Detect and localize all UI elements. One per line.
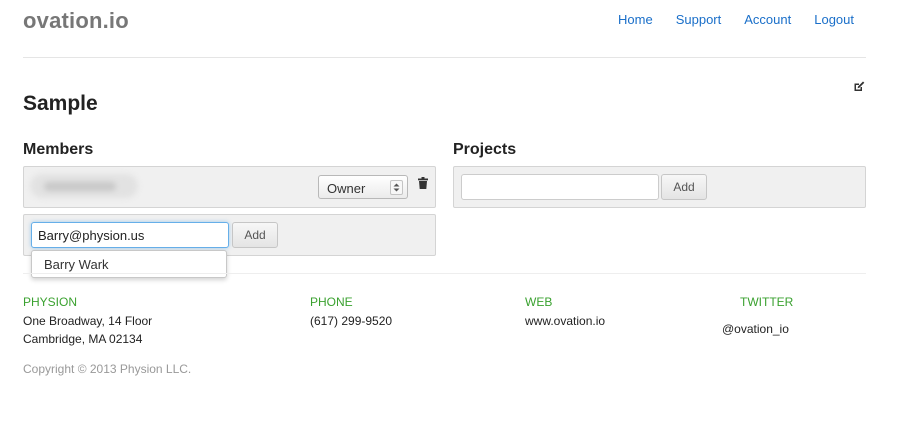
brand-logo[interactable]: ovation.io [23,8,129,34]
footer-address-line2: Cambridge, MA 02134 [23,332,143,346]
select-stepper-icon [390,180,403,195]
nav-home-link[interactable]: Home [618,12,653,27]
add-project-form: Add [453,166,866,208]
edit-icon[interactable] [853,80,865,92]
nav-account-link[interactable]: Account [744,12,791,27]
footer-twitter-link[interactable]: @ovation_io [722,322,789,336]
page-title: Sample [23,92,98,115]
footer-phone-value: (617) 299-9520 [310,314,393,328]
members-heading: Members [23,141,94,158]
copyright-text: Copyright © 2013 Physion LLC. [23,362,192,376]
footer-divider [23,273,866,274]
nav-support-link[interactable]: Support [676,12,722,27]
add-member-button[interactable]: Add [232,222,278,248]
add-project-button[interactable]: Add [661,174,707,200]
footer-phone-heading: PHONE [310,295,353,309]
member-row: Owner [23,166,436,208]
footer-physion-heading: PHYSION [23,295,78,309]
top-nav: Home Support Account Logout [618,12,854,27]
nav-logout-link[interactable]: Logout [814,12,854,27]
project-input[interactable] [461,174,659,200]
footer-address-line1: One Broadway, 14 Floor [23,314,153,328]
member-role-value: Owner [327,181,366,196]
projects-heading: Projects [453,141,517,158]
footer-twitter-heading: TWITTER [740,295,794,309]
footer-web-link[interactable]: www.ovation.io [525,314,605,328]
member-role-select[interactable]: Owner [318,175,408,199]
member-email-input[interactable] [31,222,229,248]
trash-icon[interactable] [418,177,428,189]
suggestion-item[interactable]: Barry Wark [44,257,109,272]
footer-web-heading: WEB [525,295,553,309]
header-divider [23,57,866,58]
member-name-redacted [30,174,138,198]
